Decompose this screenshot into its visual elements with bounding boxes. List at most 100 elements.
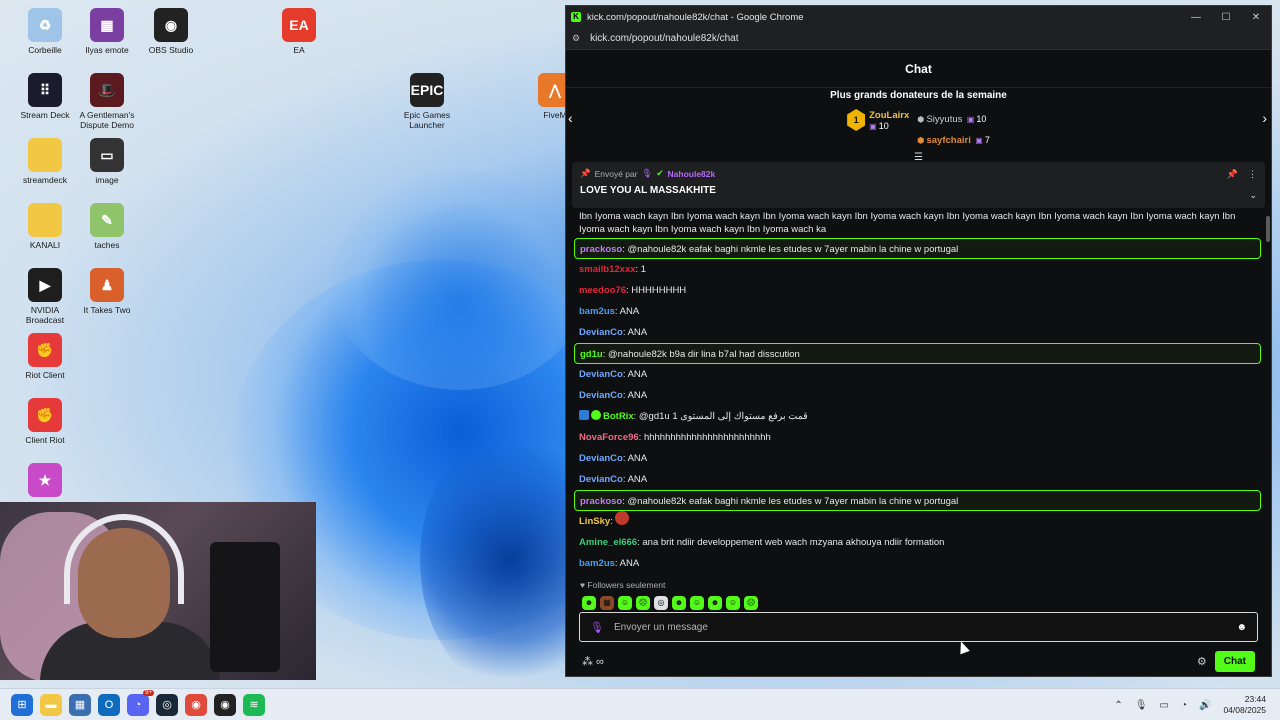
- pinned-message[interactable]: 📌 Envoyé par 🎙 ✔ Nahoule82k LOVE YOU AL …: [572, 162, 1265, 208]
- donor-second[interactable]: ⬢ Siyyutus ▣ 10: [917, 109, 990, 127]
- desktop-icon[interactable]: ◉ OBS Studio: [138, 8, 204, 55]
- chat-text: Ibn Iyoma wach kayn Ibn Iyoma wach kayn …: [579, 211, 1236, 235]
- emote-button[interactable]: ☹: [744, 596, 758, 610]
- clock[interactable]: 23:44 04/08/2025: [1223, 694, 1266, 716]
- desktop-icon[interactable]: 🎩 A Gentleman's Dispute Demo: [74, 73, 140, 130]
- chevron-up-icon[interactable]: ⌃: [1114, 700, 1122, 711]
- points-icon[interactable]: ⁂ ∞: [582, 655, 1197, 668]
- desktop-icon[interactable]: ♻ Corbeille: [12, 8, 78, 55]
- desktop-icon[interactable]: KANALI: [12, 203, 78, 250]
- chat-message[interactable]: prackoso: @nahoule82k eafak baghi nkmle …: [574, 490, 1261, 511]
- emote-button[interactable]: ☺: [690, 596, 704, 610]
- chat-message[interactable]: Amine_el666: ana brit ndiir developpemen…: [574, 532, 1261, 553]
- donor-first[interactable]: 1 ZouLairx ▣ 10: [847, 109, 909, 131]
- chat-username[interactable]: prackoso: [580, 496, 622, 507]
- site-info-icon[interactable]: ⚙: [572, 33, 580, 44]
- chat-message[interactable]: LinSky:: [574, 511, 1261, 532]
- minimize-button[interactable]: —: [1181, 12, 1211, 23]
- message-input[interactable]: [613, 621, 1237, 633]
- desktop-icon-label: A Gentleman's Dispute Demo: [79, 110, 135, 130]
- chat-username[interactable]: DevianCo: [579, 327, 623, 338]
- close-button[interactable]: ✕: [1241, 12, 1271, 23]
- emote-button[interactable]: ☻: [672, 596, 686, 610]
- chat-username[interactable]: prackoso: [580, 244, 622, 255]
- donor-third[interactable]: ⬢ sayfchairi ▣ 7: [917, 130, 990, 148]
- chat-message[interactable]: prackoso: @nahoule82k eafak baghi nkmle …: [574, 238, 1261, 259]
- desktop-icon[interactable]: ⠿ Stream Deck: [12, 73, 78, 120]
- chat-username[interactable]: NovaForce96: [579, 432, 639, 443]
- chat-message[interactable]: DevianCo: ANA: [574, 469, 1261, 490]
- desktop-icon[interactable]: EPIC Epic Games Launcher: [394, 73, 460, 130]
- chat-username[interactable]: smailb12xxx: [579, 264, 636, 275]
- maximize-button[interactable]: ☐: [1211, 12, 1241, 23]
- file-explorer-icon[interactable]: ▬: [40, 693, 62, 716]
- wifi-icon[interactable]: ◔: [1181, 700, 1187, 711]
- desktop-icon[interactable]: ▶ NVIDIA Broadcast: [12, 268, 78, 325]
- chat-message[interactable]: DevianCo: ANA: [574, 448, 1261, 469]
- emote-button[interactable]: ☺: [726, 596, 740, 610]
- obs-icon[interactable]: ◉: [214, 693, 236, 716]
- spotify-icon[interactable]: ≋: [243, 693, 265, 716]
- desktop-icon[interactable]: ✊ Client Riot: [12, 398, 78, 445]
- chat-username[interactable]: gd1u: [580, 349, 603, 360]
- chat-message[interactable]: DevianCo: ANA: [574, 364, 1261, 385]
- pinned-user[interactable]: Nahoule82k: [668, 169, 716, 179]
- chat-username[interactable]: meedoo76: [579, 285, 626, 296]
- chat-message[interactable]: DevianCo: ANA: [574, 322, 1261, 343]
- chat-username[interactable]: LinSky: [579, 516, 610, 527]
- chat-message[interactable]: meedoo76: HHHHHHHH: [574, 280, 1261, 301]
- outlook-icon[interactable]: O: [98, 693, 120, 716]
- chat-text: @nahoule82k eafak baghi nkmle les etudes…: [627, 244, 959, 255]
- emote-button[interactable]: ◎: [654, 596, 668, 610]
- chat-username[interactable]: DevianCo: [579, 453, 623, 464]
- chat-message[interactable]: gd1u: @nahoule82k b9a dir lina b7al had …: [574, 343, 1261, 364]
- emote-button[interactable]: ☻: [708, 596, 722, 610]
- chat-message[interactable]: Ibn Iyoma wach kayn Ibn Iyoma wach kayn …: [574, 208, 1261, 238]
- mic-icon[interactable]: 🎙: [590, 621, 604, 634]
- chat-message[interactable]: BotRix: @gd1u قمت برفع مستواك إلى المستو…: [574, 406, 1261, 427]
- volume-icon[interactable]: 🔊: [1199, 700, 1211, 711]
- chat-username[interactable]: DevianCo: [579, 369, 623, 380]
- chat-scrollbar[interactable]: [1266, 216, 1270, 242]
- chat-message[interactable]: bam2us: ANA: [574, 301, 1261, 322]
- emoji-icon[interactable]: ☻: [1236, 622, 1247, 633]
- chat-username[interactable]: bam2us: [579, 306, 615, 317]
- desktop-icon[interactable]: ▦ Ilyas emote: [74, 8, 140, 55]
- chat-username[interactable]: Amine_el666: [579, 537, 637, 548]
- calculator-icon[interactable]: ▦: [69, 693, 91, 716]
- desktop-icon[interactable]: streamdeck: [12, 138, 78, 185]
- windows-start-icon[interactable]: ⊞: [11, 693, 33, 716]
- chat-username[interactable]: DevianCo: [579, 390, 623, 401]
- chat-message[interactable]: smailb12xxx: 1: [574, 259, 1261, 280]
- pin-actions[interactable]: 📌 ⋮: [1227, 169, 1257, 180]
- url-text[interactable]: kick.com/popout/nahoule82k/chat: [590, 33, 738, 44]
- chrome-icon[interactable]: ◉: [185, 693, 207, 716]
- desktop-icon[interactable]: ▭ image: [74, 138, 140, 185]
- send-chat-button[interactable]: Chat: [1214, 650, 1255, 672]
- message-input-box[interactable]: 🎙 ☻: [579, 612, 1258, 642]
- emote-button[interactable]: ☹: [636, 596, 650, 610]
- chat-username[interactable]: BotRix: [603, 411, 634, 422]
- chat-message[interactable]: NovaForce96: hhhhhhhhhhhhhhhhhhhhhhhh: [574, 427, 1261, 448]
- display-icon[interactable]: ▭: [1160, 700, 1169, 711]
- chat-message[interactable]: bam2us: ANA: [574, 553, 1261, 574]
- steam-icon[interactable]: ◎: [156, 693, 178, 716]
- microphone-icon[interactable]: 🎙: [1135, 700, 1148, 711]
- desktop-icon[interactable]: ✊ Riot Client: [12, 333, 78, 380]
- emote-button[interactable]: ☺: [618, 596, 632, 610]
- chat-username[interactable]: bam2us: [579, 558, 615, 569]
- chevron-down-icon[interactable]: ⌄: [1249, 190, 1257, 201]
- gear-icon[interactable]: ⚙: [1197, 655, 1207, 668]
- chat-username[interactable]: DevianCo: [579, 474, 623, 485]
- chevron-left-icon[interactable]: ‹: [568, 110, 573, 126]
- chat-message[interactable]: DevianCo: ANA: [574, 385, 1261, 406]
- address-bar[interactable]: ⚙ kick.com/popout/nahoule82k/chat: [566, 28, 1271, 50]
- desktop-icon[interactable]: EA EA: [266, 8, 332, 55]
- chevron-right-icon[interactable]: ›: [1262, 110, 1267, 126]
- desktop-icon[interactable]: ✎ taches: [74, 203, 140, 250]
- discord-icon[interactable]: ◔ 9+: [127, 689, 154, 716]
- window-titlebar[interactable]: K kick.com/popout/nahoule82k/chat - Goog…: [566, 6, 1271, 28]
- emote-button[interactable]: ☻: [582, 596, 596, 610]
- emote-button[interactable]: ▦: [600, 596, 614, 610]
- desktop-icon[interactable]: ♟ It Takes Two: [74, 268, 140, 315]
